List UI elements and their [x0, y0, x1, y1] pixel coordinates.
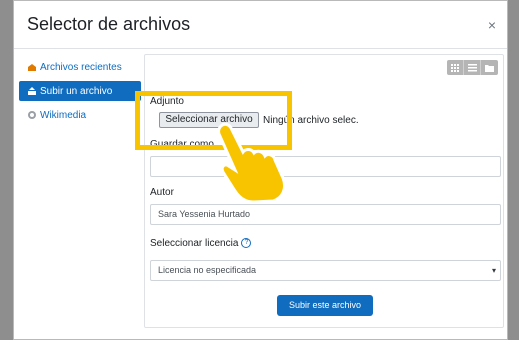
license-label-row: Seleccionar licencia?: [150, 238, 252, 249]
list-view-icon: [467, 63, 477, 71]
chevron-down-icon: ▾: [491, 266, 496, 275]
close-icon: ×: [487, 17, 497, 33]
sidebar-item-wikimedia[interactable]: Wikimedia: [19, 105, 141, 125]
sidebar-item-label: Subir un archivo: [40, 85, 113, 97]
author-input[interactable]: Sara Yessenia Hurtado: [150, 204, 501, 225]
sidebar-item-recent-files[interactable]: Archivos recientes: [19, 57, 141, 77]
sidebar-item-label: Archivos recientes: [40, 61, 122, 73]
wikimedia-icon: [27, 110, 37, 120]
license-label: Seleccionar licencia: [150, 238, 239, 249]
upload-file-button[interactable]: Subir este archivo: [277, 295, 373, 316]
grid-view-icon: [450, 63, 459, 72]
license-select[interactable]: Licencia no especificada ▾: [150, 260, 501, 281]
repository-sidebar: Archivos recientes Subir un archivo Wiki…: [19, 57, 141, 129]
close-button[interactable]: ×: [485, 18, 499, 32]
author-label: Autor: [150, 187, 174, 198]
folder-view-button[interactable]: [481, 60, 498, 75]
save-as-input[interactable]: [150, 156, 501, 177]
upload-icon: [27, 86, 37, 96]
help-icon[interactable]: ?: [241, 238, 252, 249]
backdrop-left-edge: [0, 0, 13, 340]
sidebar-item-label: Wikimedia: [40, 109, 87, 121]
sidebar-item-upload[interactable]: Subir un archivo: [19, 81, 141, 101]
folder-view-icon: [485, 64, 494, 72]
dialog-title: Selector de archivos: [27, 14, 191, 34]
pointing-hand-icon: [217, 122, 287, 202]
license-selected-value: Licencia no especificada: [158, 265, 257, 275]
grid-view-button[interactable]: [447, 60, 464, 75]
list-view-button[interactable]: [464, 60, 481, 75]
view-toggle: [447, 60, 498, 75]
backdrop-right-edge: [508, 0, 519, 340]
dialog-header: Selector de archivos ×: [14, 1, 507, 49]
recent-files-icon: [27, 62, 37, 72]
